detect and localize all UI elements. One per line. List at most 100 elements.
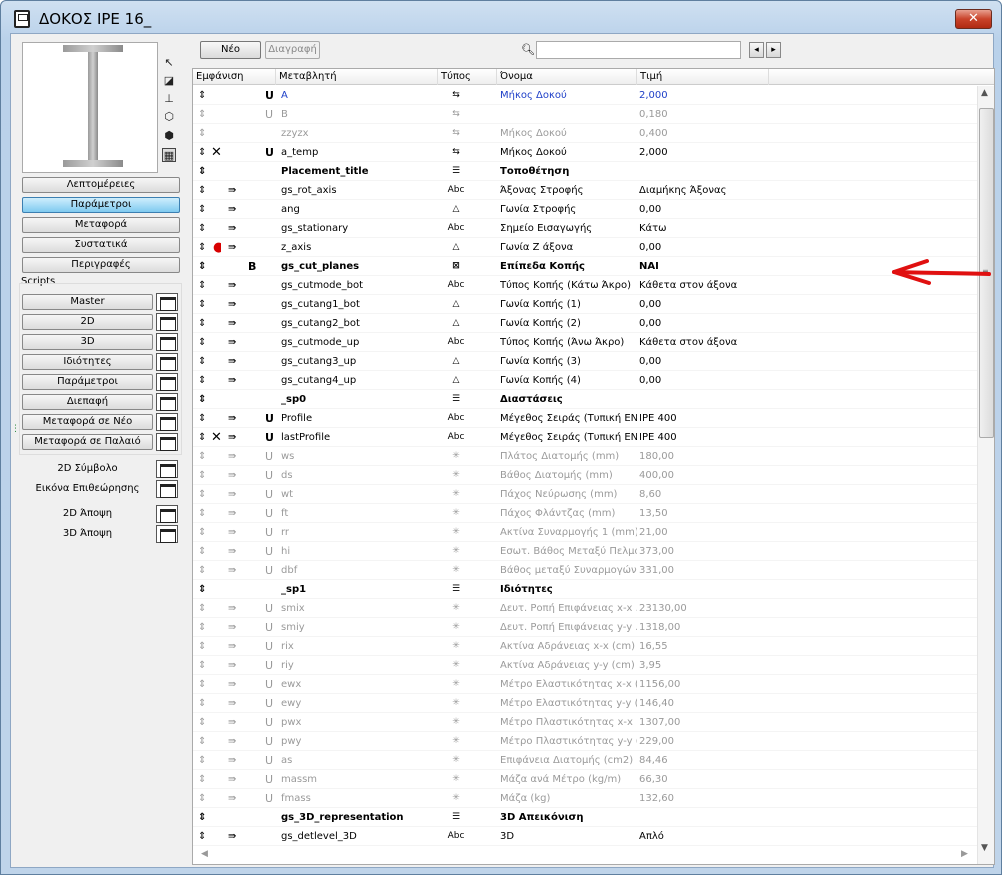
col-name-header[interactable]: Όνομα	[497, 69, 637, 85]
window-icon[interactable]	[156, 480, 178, 498]
move-icon[interactable]: ⇕	[198, 637, 208, 656]
table-row[interactable]: ⇕ ⇛ Usmiy ✳ Δευτ. Ροπή Επιφάνειας y-y ... 131…	[193, 618, 977, 637]
script-button-5[interactable]: Διεπαφή	[22, 394, 153, 410]
table-row[interactable]: ⇕ Placement_title ☰ Τοποθέτηση	[193, 162, 977, 181]
table-row[interactable]: ⇕ ⇛ Uws ✳ Πλάτος Διατομής (mm) 180,00	[193, 447, 977, 466]
move-icon[interactable]: ⇕	[198, 409, 208, 428]
move-icon[interactable]: ⇕	[198, 599, 208, 618]
scroll-up-icon[interactable]: ▲	[981, 88, 988, 98]
table-row[interactable]: ⇕ ● ⇛ z_axis △ Γωνία Ζ άξονα 0,00	[193, 238, 977, 257]
3d-solid-icon[interactable]: ⬢	[162, 129, 176, 143]
parameter-value[interactable]: 21,00	[639, 523, 773, 542]
parameter-value[interactable]: 0,180	[639, 105, 773, 124]
table-row[interactable]: ⇕ gs_3D_representation ☰ 3D Απεικόνιση	[193, 808, 977, 827]
tab-2[interactable]: Μεταφορά	[22, 217, 180, 233]
parameter-value[interactable]: 0,00	[639, 371, 773, 390]
table-row[interactable]: ⇕ _sp0 ☰ Διαστάσεις	[193, 390, 977, 409]
parameter-value[interactable]: IPE 400	[639, 409, 773, 428]
move-icon[interactable]: ⇕	[198, 371, 208, 390]
table-row[interactable]: ⇕ ⇛ gs_cutang3_up △ Γωνία Κοπής (3) 0,00	[193, 352, 977, 371]
script-button-3[interactable]: Ιδιότητες	[22, 354, 153, 370]
search-input[interactable]	[536, 41, 741, 59]
parameter-value[interactable]: Κάθετα στον άξονα	[639, 333, 773, 352]
parameter-value[interactable]: Κάθετα στον άξονα	[639, 276, 773, 295]
parameter-value[interactable]: 0,00	[639, 238, 773, 257]
parameter-value[interactable]: 2,000	[639, 143, 773, 162]
move-icon[interactable]: ⇕	[198, 295, 208, 314]
move-icon[interactable]: ⇕	[198, 827, 208, 846]
tab-3[interactable]: Συστατικά	[22, 237, 180, 253]
script-button-2[interactable]: 3D	[22, 334, 153, 350]
script-button-0[interactable]: Master	[22, 294, 153, 310]
move-icon[interactable]: ⇕	[198, 219, 208, 238]
table-row[interactable]: ⇕ ⇛ Uft ✳ Πάχος Φλάντζας (mm) 13,50	[193, 504, 977, 523]
table-row[interactable]: ⇕ ⇛ gs_cutang4_up △ Γωνία Κοπής (4) 0,00	[193, 371, 977, 390]
scroll-down-icon[interactable]: ▼	[981, 843, 988, 853]
table-row[interactable]: ⇕ ⇛ gs_cutang2_bot △ Γωνία Κοπής (2) 0,00	[193, 314, 977, 333]
parameter-value[interactable]: 229,00	[639, 732, 773, 751]
table-row[interactable]: ⇕ ⇛ Uewx ✳ Μέτρο Ελαστικότητας x-x (c...1156…	[193, 675, 977, 694]
table-row[interactable]: ⇕ ⇛ Uewy ✳ Μέτρο Ελαστικότητας y-y (c...146,…	[193, 694, 977, 713]
table-row[interactable]: ⇕ ⇛ Umassm ✳ Μάζα ανά Μέτρο (kg/m) 66,30	[193, 770, 977, 789]
parameter-value[interactable]: 400,00	[639, 466, 773, 485]
table-row[interactable]: ⇕ ⇛ Uds ✳ Βάθος Διατομής (mm) 400,00	[193, 466, 977, 485]
move-icon[interactable]: ⇕	[198, 789, 208, 808]
script-button-1[interactable]: 2D	[22, 314, 153, 330]
window-icon[interactable]	[156, 373, 178, 391]
prev-button[interactable]: ◂	[749, 42, 764, 58]
move-icon[interactable]: ⇕	[198, 732, 208, 751]
move-icon[interactable]: ⇕	[198, 466, 208, 485]
table-row[interactable]: ⇕ ⇛ Udbf ✳ Βάθος μεταξύ Συναρμογών ... 331,00	[193, 561, 977, 580]
col-type-header[interactable]: Τύπος	[438, 69, 497, 85]
move-icon[interactable]: ⇕	[198, 181, 208, 200]
move-icon[interactable]: ⇕	[198, 124, 208, 143]
move-icon[interactable]: ⇕	[198, 675, 208, 694]
table-row[interactable]: ⇕ ⇛ gs_cutmode_bot Abc Τύπος Κοπής (Κάτω Άκρ…	[193, 276, 977, 295]
film-icon[interactable]: ▦	[162, 148, 176, 162]
move-icon[interactable]: ⇕	[198, 143, 208, 162]
parameter-value[interactable]: 13,50	[639, 504, 773, 523]
table-row[interactable]: ⇕ U B ⇆ 0,180	[193, 105, 977, 124]
parameter-value[interactable]: 23130,00	[639, 599, 773, 618]
window-icon[interactable]	[156, 393, 178, 411]
parameter-value[interactable]: ΝΑΙ	[639, 257, 773, 276]
move-icon[interactable]: ⇕	[198, 618, 208, 637]
table-row[interactable]: ⇕ ⇛ gs_cutang1_bot △ Γωνία Κοπής (1) 0,00	[193, 295, 977, 314]
next-button[interactable]: ▸	[766, 42, 781, 58]
table-row[interactable]: ⇕ ⇛ gs_stationary Abc Σημείο Εισαγωγής Κάτω	[193, 219, 977, 238]
parameter-value[interactable]: 0,400	[639, 124, 773, 143]
table-row[interactable]: ⇕ U A ⇆ Μήκος Δοκού 2,000	[193, 86, 977, 105]
parameter-value[interactable]: 0,00	[639, 295, 773, 314]
window-icon[interactable]	[156, 505, 178, 523]
parameter-value[interactable]: IPE 400	[639, 428, 773, 447]
section-view-icon[interactable]: ⊥	[162, 92, 176, 106]
move-icon[interactable]: ⇕	[198, 352, 208, 371]
parameter-value[interactable]: 0,00	[639, 314, 773, 333]
table-row[interactable]: ⇕ ⇛ Uwt ✳ Πάχος Νεύρωσης (mm) 8,60	[193, 485, 977, 504]
parameter-value[interactable]: 331,00	[639, 561, 773, 580]
col-show-header[interactable]: Εμφάνιση	[193, 69, 276, 85]
window-icon[interactable]	[156, 333, 178, 351]
table-row[interactable]: ⇕ ⇛ gs_cutmode_up Abc Τύπος Κοπής (Άνω Άκρο)…	[193, 333, 977, 352]
move-icon[interactable]: ⇕	[198, 162, 208, 181]
move-icon[interactable]: ⇕	[198, 485, 208, 504]
table-row[interactable]: ⇕ ⇛ Urix ✳ Ακτίνα Αδράνειας x-x (cm) 16,55	[193, 637, 977, 656]
parameter-value[interactable]: 16,55	[639, 637, 773, 656]
script-button-4[interactable]: Παράμετροι	[22, 374, 153, 390]
parameter-value[interactable]: 1318,00	[639, 618, 773, 637]
delete-button[interactable]: Διαγραφή	[265, 41, 320, 59]
window-icon[interactable]	[156, 313, 178, 331]
table-row[interactable]: ⇕ ✕ ⇛ UlastProfile Abc Μέγεθος Σειράς (Τυπική…	[193, 428, 977, 447]
table-row[interactable]: ⇕ ⇛ gs_rot_axis Abc Άξονας Στροφής Διαμήκης Ά…	[193, 181, 977, 200]
move-icon[interactable]: ⇕	[198, 86, 208, 105]
parameter-value[interactable]: 2,000	[639, 86, 773, 105]
table-row[interactable]: ⇕ ⇛ Upwy ✳ Μέτρο Πλαστικότητας y-y (c...229,…	[193, 732, 977, 751]
window-icon[interactable]	[156, 525, 178, 543]
table-row[interactable]: ⇕ _sp1 ☰ Ιδιότητες	[193, 580, 977, 599]
parameter-value[interactable]: 132,60	[639, 789, 773, 808]
window-icon[interactable]	[156, 460, 178, 478]
new-button[interactable]: Νέο	[200, 41, 261, 59]
move-icon[interactable]: ⇕	[198, 257, 208, 276]
parameter-value[interactable]: 84,46	[639, 751, 773, 770]
move-icon[interactable]: ⇕	[198, 238, 208, 257]
